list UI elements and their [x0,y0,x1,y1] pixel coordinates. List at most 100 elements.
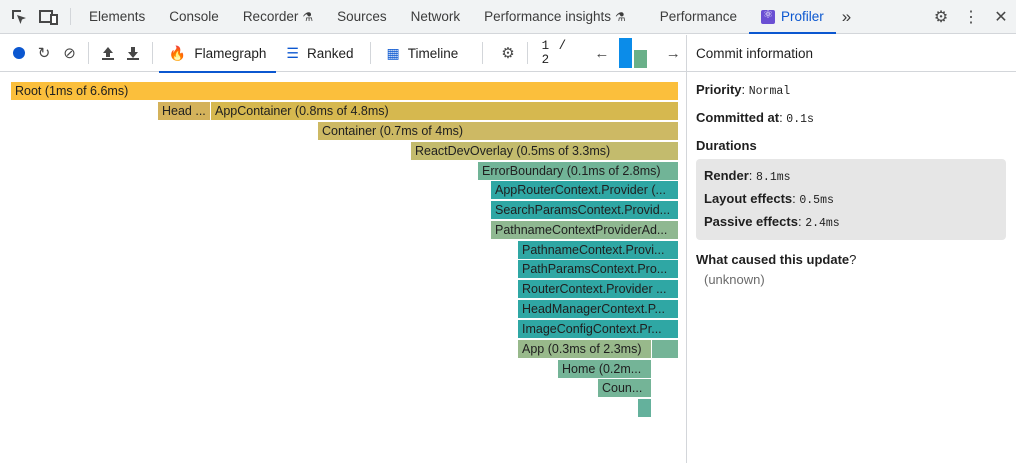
commit-total: 2 [541,53,551,67]
more-tabs-button[interactable]: » [836,0,857,33]
tabbar-right-controls: ⚙ ⋮ ✕ [926,0,1016,34]
flame-node-errorboundary[interactable]: ErrorBoundary (0.1ms of 2.8ms) [478,162,678,180]
save-profile-button[interactable] [121,40,146,66]
clear-profiling-data-button[interactable]: ⊘ [57,40,82,66]
tab-performance[interactable]: Performance [638,0,749,33]
durations-box: Render: 8.1ms Layout effects: 0.5ms Pass… [696,159,1006,240]
flame-node-searchparamscontext[interactable]: SearchParamsContext.Provid... [491,201,678,219]
record-button[interactable] [6,40,31,66]
flame-node-counter[interactable]: Coun... [598,379,651,397]
passive-effects-value: 2.4ms [805,217,840,230]
tab-label: Performance [659,9,738,24]
durations-heading: Durations [687,138,1016,153]
durations-label: Durations [696,138,757,153]
priority-label: Priority [696,82,742,97]
commit-bar[interactable] [633,50,647,68]
commit-info-panel: Commit information Priority: Normal Comm… [687,35,1016,463]
tab-label: Sources [337,9,387,24]
flame-node-pathnamecontext[interactable]: PathnameContext.Provi... [518,241,678,259]
tab-label: Network [410,9,461,24]
profiler-toolbar: ↻ ⊘ 🔥 Flamegraph ☰ Ranked ▦ Timeline ⚙ 1 / … [0,35,686,73]
update-cause-heading: What caused this update? [687,252,1016,267]
toolbar-separator [482,42,484,64]
flame-node-routercontext[interactable]: RouterContext.Provider ... [518,280,678,298]
flame-node-head[interactable]: Head ... [158,102,210,120]
device-toolbar-icon[interactable] [34,0,64,33]
profiler-settings-button[interactable]: ⚙ [495,40,520,66]
tab-label: Performance insights [484,9,611,24]
calendar-icon: ▦ [386,44,400,61]
flame-node-headmanagercontext[interactable]: HeadManagerContext.P... [518,300,678,318]
render-duration: Render: 8.1ms [704,168,791,184]
flame-node-approutercontext[interactable]: AppRouterContext.Provider (... [491,181,678,199]
tab-timeline[interactable]: ▦ Timeline [377,35,469,72]
flask-icon: ⚗ [614,9,626,24]
update-cause-value: (unknown) [704,272,765,287]
tab-sources[interactable]: Sources [325,0,399,33]
toolbar-separator [526,42,528,64]
commit-selector[interactable] [618,38,647,68]
devtools-tab-bar: Elements Console Recorder ⚗ Sources Netwo… [0,0,1016,34]
tab-timeline-label: Timeline [407,45,459,61]
toolbar-separator [151,42,153,64]
tab-ranked[interactable]: ☰ Ranked [276,35,363,72]
flame-node-home[interactable]: Home (0.2m... [558,360,651,378]
toolbar-separator [88,42,90,64]
tab-separator [70,8,71,25]
flask-icon: ⚗ [302,9,314,24]
kebab-menu-icon[interactable]: ⋮ [956,7,986,27]
tab-profiler[interactable]: Profiler [749,0,836,34]
tab-flamegraph[interactable]: 🔥 Flamegraph [158,35,277,73]
tab-label: Elements [89,9,146,24]
update-cause-question: ? [849,252,857,267]
tab-flamegraph-label: Flamegraph [194,45,267,61]
passive-effects-label: Passive effects [704,214,798,229]
record-dot-icon [12,47,25,59]
tab-label: Console [169,9,219,24]
flamegraph-chart: Root (1ms of 6.6ms) Head ... AppContaine… [0,73,686,463]
render-label: Render [704,168,749,183]
ranked-list-icon: ☰ [286,44,299,61]
committed-at-value: 0.1s [786,113,814,126]
tab-ranked-label: Ranked [306,45,354,61]
committed-at-row: Committed at: 0.1s [696,110,814,126]
tab-label: Profiler [781,9,824,24]
tab-label: Recorder [242,9,299,24]
previous-commit-button[interactable]: ← [589,40,614,66]
update-cause-label: What caused this update [696,252,850,267]
close-icon[interactable]: ✕ [986,7,1016,27]
commit-current: 1 [541,39,551,53]
reload-and-profile-button[interactable]: ↻ [31,40,56,66]
flame-node-root[interactable]: Root (1ms of 6.6ms) [11,82,678,100]
settings-gear-icon[interactable]: ⚙ [926,7,956,27]
committed-at-label: Committed at [696,110,780,125]
priority-value: Normal [748,85,791,98]
priority-row: Priority: Normal [696,82,791,98]
tab-elements[interactable]: Elements [77,0,157,33]
passive-effects-duration: Passive effects: 2.4ms [704,214,840,230]
flame-node-app[interactable]: App (0.3ms of 2.3ms) [518,340,651,358]
flame-node-reactdevoverlay[interactable]: ReactDevOverlay (0.5ms of 3.3ms) [411,142,678,160]
tab-performance-insights[interactable]: Performance insights ⚗ [472,0,638,33]
tab-console[interactable]: Console [157,0,231,33]
flame-node-app-sibling[interactable] [652,340,678,358]
flame-node-pathparamscontext[interactable]: PathParamsContext.Pro... [518,260,678,278]
layout-effects-duration: Layout effects: 0.5ms [704,191,834,207]
layout-effects-value: 0.5ms [799,194,834,207]
flame-node-imageconfigcontext[interactable]: ImageConfigContext.Pr... [518,320,678,338]
more-tabs-icon: » [841,6,852,26]
commit-info-title: Commit information [696,45,814,61]
flame-icon: 🔥 [168,44,187,61]
flame-node-pathnamecontextprovider[interactable]: PathnameContextProviderAd... [491,221,678,239]
tab-network[interactable]: Network [399,0,473,33]
react-profiler-icon [761,8,776,24]
commit-separator: / [558,39,568,53]
load-profile-button[interactable] [95,40,120,66]
inspect-element-icon[interactable] [4,0,34,33]
next-commit-button[interactable]: → [661,40,686,66]
commit-bar-selected[interactable] [618,38,632,68]
flame-node-container[interactable]: Container (0.7ms of 4ms) [318,122,678,140]
tab-recorder[interactable]: Recorder ⚗ [231,0,325,33]
flame-node-leaf[interactable] [638,399,651,417]
flame-node-appcontainer[interactable]: AppContainer (0.8ms of 4.8ms) [211,102,678,120]
